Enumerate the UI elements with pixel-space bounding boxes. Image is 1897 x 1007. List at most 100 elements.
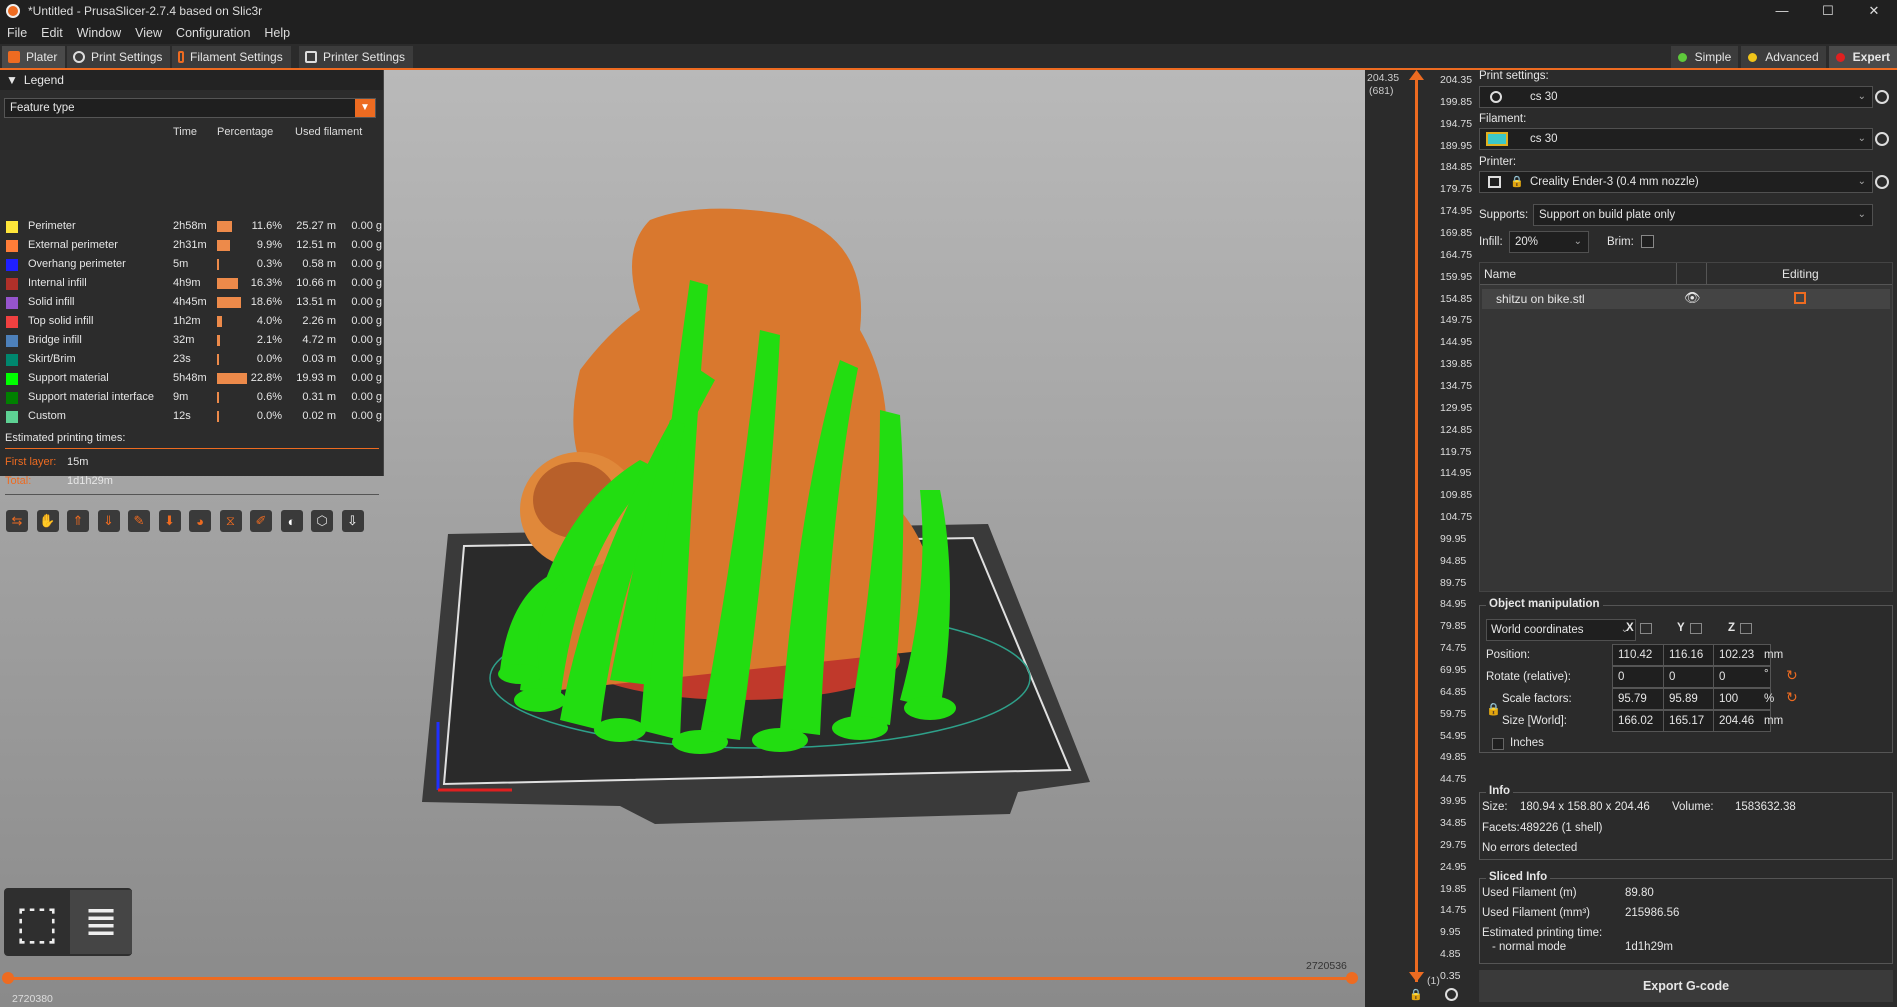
scale-z-input[interactable]: 100	[1713, 688, 1771, 710]
legend-percentage-bar	[217, 240, 230, 251]
rotate-x-input[interactable]: 0	[1612, 666, 1670, 688]
maximize-button[interactable]: ☐	[1805, 0, 1851, 22]
dropdown-arrow-icon: ▼	[355, 99, 375, 117]
vertical-slider-tick-label: 64.85	[1440, 685, 1467, 698]
brim-checkbox[interactable]	[1641, 235, 1654, 248]
wipe-icon[interactable]: ✋	[36, 510, 59, 532]
menu-edit[interactable]: Edit	[34, 26, 70, 40]
vertical-slider-bottom-layer: (1)	[1427, 975, 1440, 987]
horizontal-slider-right-thumb[interactable]	[1346, 972, 1358, 984]
filament-edit-icon[interactable]	[1875, 132, 1889, 146]
vertical-slider-tick-label: 179.75	[1440, 183, 1473, 196]
print-settings-combo[interactable]: cs 30 ⌄	[1479, 86, 1873, 108]
custom-gcode-icon[interactable]: ✐	[250, 510, 272, 532]
column-name-header[interactable]: Name	[1484, 267, 1516, 281]
legend-percentage: 18.6%	[250, 296, 282, 308]
layers-view-icon[interactable]: ≣	[70, 890, 132, 954]
eye-icon[interactable]: 👁	[1684, 290, 1701, 306]
normal-mode-label: - normal mode	[1492, 941, 1567, 953]
reset-rotation-icon[interactable]: ↻	[1786, 667, 1798, 684]
legend-row[interactable]: Perimeter 2h58m 11.6% 25.27 m 0.00 g	[6, 218, 382, 236]
seams-icon[interactable]: ✎	[128, 510, 150, 532]
retractions-icon[interactable]: ⇑	[67, 510, 89, 532]
supports-combo[interactable]: Support on build plate only ⌄	[1533, 204, 1873, 226]
position-x-input[interactable]: 110.42	[1612, 644, 1670, 666]
tab-printer-settings[interactable]: Printer Settings	[299, 46, 414, 68]
view-options-toolbar: ⇆ ✋ ⇑ ⇓ ✎ ⬇ ◕ ⧖ ✐ ◐ ⬡ ⇩	[6, 510, 372, 532]
rotate-z-input[interactable]: 0	[1713, 666, 1771, 688]
scale-x-input[interactable]: 95.79	[1612, 688, 1670, 710]
legend-row[interactable]: Support material interface 9m 0.6% 0.31 m 0.…	[6, 389, 382, 407]
legend-row[interactable]: Solid infill 4h45m 18.6% 13.51 m 0.00 g	[6, 294, 382, 312]
legend-percentage-bar	[217, 411, 219, 422]
position-z-input[interactable]: 102.23	[1713, 644, 1771, 666]
menu-window[interactable]: Window	[70, 26, 128, 40]
export-gcode-button[interactable]: Export G-code	[1479, 970, 1893, 1002]
tab-print-settings[interactable]: Print Settings	[67, 46, 171, 68]
axis-y-label: Y	[1677, 622, 1685, 634]
legend-header[interactable]: ▼ Legend	[0, 70, 383, 90]
shells-icon[interactable]: ⬡	[311, 510, 333, 532]
legend-row[interactable]: Internal infill 4h9m 16.3% 10.66 m 0.00 g	[6, 275, 382, 293]
legend-time: 9m	[173, 391, 189, 403]
mode-expert[interactable]: Expert	[1828, 46, 1897, 68]
coordinates-combo[interactable]: World coordinates ⌄	[1486, 619, 1636, 641]
menu-help[interactable]: Help	[257, 26, 297, 40]
size-z-input[interactable]: 204.46	[1713, 710, 1771, 732]
legend-row[interactable]: Bridge infill 32m 2.1% 4.72 m 0.00 g	[6, 332, 382, 350]
legend-row[interactable]: External perimeter 2h31m 9.9% 12.51 m 0.00 g	[6, 237, 382, 255]
edit-object-icon[interactable]	[1794, 292, 1806, 304]
legend-length: 12.51 m	[296, 239, 336, 251]
menu-view[interactable]: View	[128, 26, 169, 40]
legend-row[interactable]: Overhang perimeter 5m 0.3% 0.58 m 0.00 g	[6, 256, 382, 274]
center-of-gravity-icon[interactable]: ◐	[280, 510, 303, 532]
vertical-slider-tick-label: 159.95	[1440, 270, 1473, 283]
feature-type-select[interactable]: Feature type ▼	[4, 98, 376, 118]
pause-prints-icon[interactable]: ⧖	[219, 510, 242, 532]
legend-percentage-bar	[217, 354, 219, 365]
legend-time: 23s	[173, 353, 191, 365]
close-button[interactable]: ✕	[1851, 0, 1897, 22]
minimize-button[interactable]: —	[1759, 0, 1805, 22]
vertical-slider-bottom-thumb[interactable]	[1409, 972, 1424, 982]
mode-simple[interactable]: Simple	[1670, 46, 1739, 68]
printer-edit-icon[interactable]	[1875, 175, 1889, 189]
deretractions-icon[interactable]: ⇓	[97, 510, 120, 532]
legend-time: 4h45m	[173, 296, 207, 308]
travel-icon[interactable]: ⇆	[6, 510, 28, 532]
column-editing-header[interactable]: Editing	[1782, 267, 1819, 281]
infill-combo[interactable]: 20% ⌄	[1509, 231, 1589, 253]
legend-row[interactable]: Support material 5h48m 22.8% 19.93 m 0.00 g	[6, 370, 382, 388]
vertical-slider-tick-label: 4.85	[1440, 948, 1461, 961]
horizontal-slider-left-thumb[interactable]	[2, 972, 14, 984]
tool-changes-icon[interactable]: ⬇	[158, 510, 181, 532]
size-x-input[interactable]: 166.02	[1612, 710, 1670, 732]
lock-scale-icon[interactable]: 🔒	[1486, 702, 1501, 716]
object-row[interactable]: shitzu on bike.stl 👁	[1482, 289, 1890, 309]
legend-time: 2h58m	[173, 220, 207, 232]
lock-icon[interactable]: 🔒	[1409, 988, 1423, 1001]
menu-file[interactable]: File	[0, 26, 34, 40]
legend-row[interactable]: Skirt/Brim 23s 0.0% 0.03 m 0.00 g	[6, 351, 382, 369]
legend-row[interactable]: Top solid infill 1h2m 4.0% 2.26 m 0.00 g	[6, 313, 382, 331]
color-changes-icon[interactable]: ◕	[189, 510, 211, 532]
print-settings-edit-icon[interactable]	[1875, 90, 1889, 104]
vertical-slider-tick-label: 94.85	[1440, 554, 1467, 567]
horizontal-slider[interactable]: 2720536 2720380	[0, 955, 1365, 1007]
legend-row[interactable]: Custom 12s 0.0% 0.02 m 0.00 g	[6, 408, 382, 426]
reset-scale-icon[interactable]: ↻	[1786, 689, 1798, 706]
tool-marker-icon[interactable]: ⇩	[341, 510, 364, 532]
cog-icon[interactable]	[1445, 988, 1458, 1001]
sidebar: Print settings: cs 30 ⌄ Filament: cs 30 …	[1475, 70, 1897, 1007]
scale-label: Scale factors:	[1502, 693, 1572, 705]
tab-plater[interactable]: Plater	[2, 46, 66, 68]
legend-feature-name: Support material	[28, 372, 109, 384]
menu-configuration[interactable]: Configuration	[169, 26, 257, 40]
printer-combo[interactable]: 🔒 Creality Ender-3 (0.4 mm nozzle) ⌄	[1479, 171, 1873, 193]
inches-checkbox[interactable]	[1492, 738, 1504, 750]
tab-filament-settings[interactable]: Filament Settings	[172, 46, 291, 68]
vertical-slider-top-thumb[interactable]	[1409, 70, 1424, 80]
filament-combo[interactable]: cs 30 ⌄	[1479, 128, 1873, 150]
3d-view-cube-icon[interactable]: ⬚	[6, 890, 68, 954]
mode-advanced[interactable]: Advanced	[1741, 46, 1826, 68]
